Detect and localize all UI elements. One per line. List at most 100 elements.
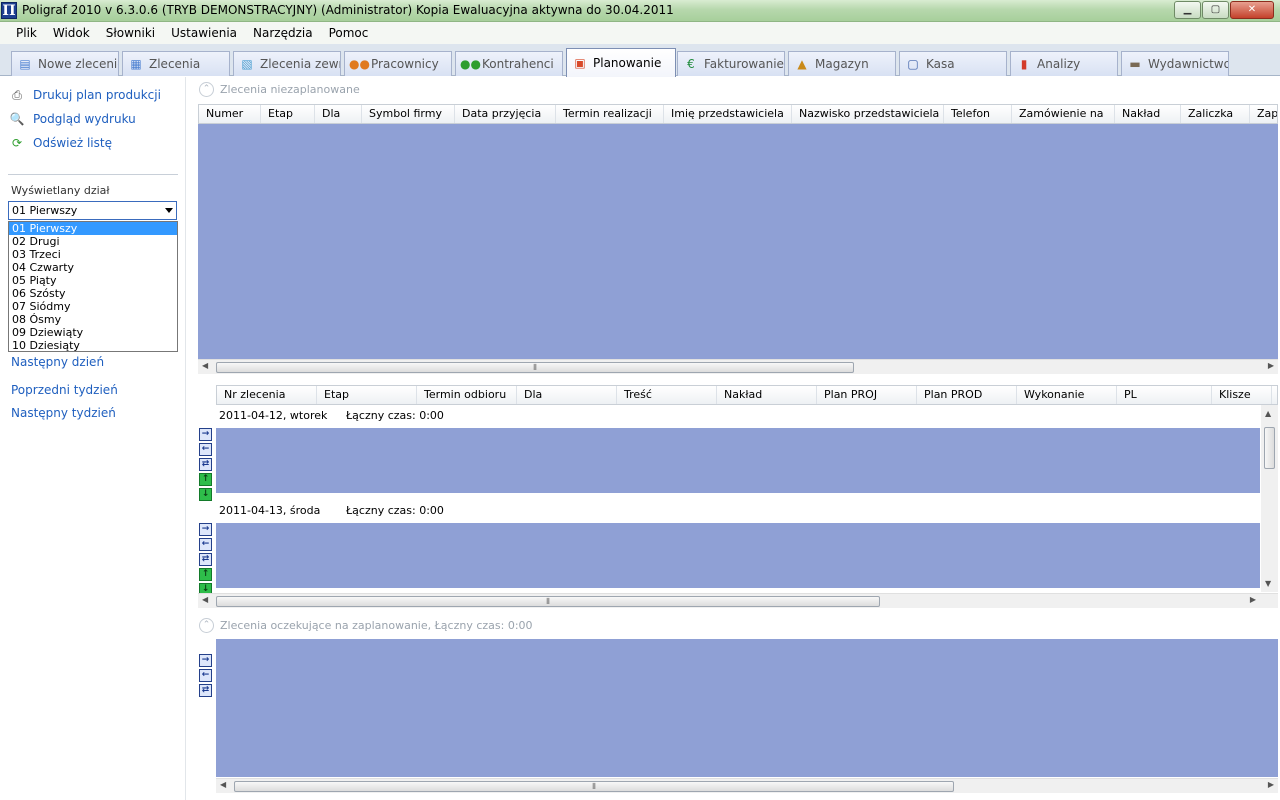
move-up-icon[interactable]: ↑ xyxy=(199,473,212,486)
move-left-icon[interactable]: ← xyxy=(199,443,212,456)
tab-magazyn[interactable]: ▲ Magazyn xyxy=(788,51,896,76)
swap-icon[interactable]: ⇄ xyxy=(199,553,212,566)
column-header[interactable]: Klisze xyxy=(1212,386,1272,404)
department-option[interactable]: 01 Pierwszy xyxy=(9,222,177,235)
scrollbar-thumb[interactable]: ⦀ xyxy=(216,362,854,373)
move-left-icon[interactable]: ← xyxy=(199,669,212,682)
tab-pracownicy[interactable]: ●● Pracownicy xyxy=(344,51,452,76)
column-header[interactable]: Termin odbioru xyxy=(417,386,517,404)
column-header[interactable]: Plan PROD xyxy=(917,386,1017,404)
minimize-icon[interactable]: ▁ xyxy=(1174,1,1201,19)
column-header[interactable]: Nakład xyxy=(717,386,817,404)
department-option[interactable]: 03 Trzeci xyxy=(9,248,177,261)
menu-ustawienia[interactable]: Ustawienia xyxy=(163,22,245,44)
column-header[interactable]: PL xyxy=(1117,386,1212,404)
scroll-left-icon[interactable]: ◀ xyxy=(202,595,208,604)
scroll-left-icon[interactable]: ◀ xyxy=(202,361,208,370)
next-day-link[interactable]: Następny dzień xyxy=(11,355,104,369)
tab-wydawnictwo[interactable]: ▬ Wydawnictwo xyxy=(1121,51,1229,76)
move-down-icon[interactable]: ↓ xyxy=(199,488,212,501)
collapse-icon[interactable]: ⌃ xyxy=(199,82,214,97)
column-header[interactable]: Nazwisko przedstawiciela xyxy=(792,105,944,123)
waiting-grid-body[interactable] xyxy=(216,639,1278,777)
refresh-list-link[interactable]: ⟳ Odśwież listę xyxy=(8,134,112,152)
day-2-grid-body[interactable] xyxy=(216,523,1260,588)
collapse-icon[interactable]: ⌃ xyxy=(199,618,214,633)
column-header[interactable]: Imię przedstawiciela xyxy=(664,105,792,123)
scrollbar-thumb[interactable]: ⦀ xyxy=(234,781,954,792)
tab-fakturowanie[interactable]: € Fakturowanie xyxy=(677,51,785,76)
chevron-down-icon[interactable] xyxy=(165,208,173,213)
scroll-right-icon[interactable]: ▶ xyxy=(1250,595,1256,604)
planned-horizontal-scrollbar[interactable]: ◀ ⦀ ▶ xyxy=(198,593,1278,608)
tab-planowanie[interactable]: ▣ Planowanie xyxy=(566,48,676,77)
column-header[interactable]: Plan PROJ xyxy=(817,386,917,404)
tab-kontrahenci[interactable]: ●● Kontrahenci xyxy=(455,51,563,76)
scrollbar-thumb[interactable] xyxy=(1264,427,1275,469)
move-down-icon[interactable]: ↓ xyxy=(199,583,212,593)
unplanned-grid-body[interactable] xyxy=(198,124,1278,359)
unplanned-panel-title[interactable]: ⌃ Zlecenia niezaplanowane xyxy=(199,82,360,97)
menu-widok[interactable]: Widok xyxy=(45,22,98,44)
swap-icon[interactable]: ⇄ xyxy=(199,458,212,471)
department-option[interactable]: 10 Dziesiąty xyxy=(9,339,177,352)
previous-week-link[interactable]: Poprzedni tydzień xyxy=(11,383,118,397)
waiting-horizontal-scrollbar[interactable]: ◀ ⦀ ▶ xyxy=(216,778,1278,793)
print-production-plan-link[interactable]: ⎙ Drukuj plan produkcji xyxy=(8,86,161,104)
menu-plik[interactable]: Plik xyxy=(8,22,45,44)
column-header[interactable]: Numer xyxy=(199,105,261,123)
next-week-link[interactable]: Następny tydzień xyxy=(11,406,116,420)
department-option[interactable]: 04 Czwarty xyxy=(9,261,177,274)
tab-kasa[interactable]: ▢ Kasa xyxy=(899,51,1007,76)
move-up-icon[interactable]: ↑ xyxy=(199,568,212,581)
menu-pomoc[interactable]: Pomoc xyxy=(321,22,377,44)
column-header[interactable]: Dla xyxy=(315,105,362,123)
maximize-icon[interactable]: ▢ xyxy=(1202,1,1229,19)
print-preview-link[interactable]: 🔍 Podgląd wydruku xyxy=(8,110,136,128)
scroll-left-icon[interactable]: ◀ xyxy=(220,780,226,789)
tab-zlecenia-zewn[interactable]: ▧ Zlecenia zewn. xyxy=(233,51,341,76)
department-option[interactable]: 06 Szósty xyxy=(9,287,177,300)
column-header[interactable]: Etap xyxy=(317,386,417,404)
swap-icon[interactable]: ⇄ xyxy=(199,684,212,697)
column-header[interactable]: Symbol firmy xyxy=(362,105,455,123)
department-option[interactable]: 05 Piąty xyxy=(9,274,177,287)
unplanned-horizontal-scrollbar[interactable]: ◀ ⦀ ▶ xyxy=(198,359,1278,374)
column-header[interactable]: Data przyjęcia xyxy=(455,105,556,123)
move-left-icon[interactable]: ← xyxy=(199,538,212,551)
department-option[interactable]: 07 Siódmy xyxy=(9,300,177,313)
close-icon[interactable]: ✕ xyxy=(1230,1,1274,19)
tab-nowe-zlecenie[interactable]: ▤ Nowe zlecenie xyxy=(11,51,119,76)
column-header[interactable]: Zap xyxy=(1250,105,1277,123)
day-row-1[interactable]: 2011-04-12, wtorek Łączny czas: 0:00 xyxy=(216,405,1260,425)
day-1-grid-body[interactable] xyxy=(216,428,1260,493)
planned-vertical-scrollbar[interactable]: ▲ ▼ xyxy=(1261,405,1278,592)
move-right-icon[interactable]: → xyxy=(199,654,212,667)
tab-zlecenia[interactable]: ▦ Zlecenia xyxy=(122,51,230,76)
move-right-icon[interactable]: → xyxy=(199,523,212,536)
column-header[interactable]: Telefon xyxy=(944,105,1012,123)
menu-slowniki[interactable]: Słowniki xyxy=(98,22,163,44)
scroll-right-icon[interactable]: ▶ xyxy=(1268,780,1274,789)
scroll-up-icon[interactable]: ▲ xyxy=(1265,409,1271,418)
department-option[interactable]: 08 Ósmy xyxy=(9,313,177,326)
column-header[interactable]: Termin realizacji xyxy=(556,105,664,123)
column-header[interactable]: Zamówienie na xyxy=(1012,105,1115,123)
scroll-down-icon[interactable]: ▼ xyxy=(1265,579,1271,588)
column-header[interactable]: Etap xyxy=(261,105,315,123)
column-header[interactable]: Wykonanie xyxy=(1017,386,1117,404)
department-option[interactable]: 09 Dziewiąty xyxy=(9,326,177,339)
scrollbar-thumb[interactable]: ⦀ xyxy=(216,596,880,607)
column-header[interactable]: Dla xyxy=(517,386,617,404)
day-row-2[interactable]: 2011-04-13, środa Łączny czas: 0:00 xyxy=(216,500,1260,520)
scroll-right-icon[interactable]: ▶ xyxy=(1268,361,1274,370)
column-header[interactable]: Treść xyxy=(617,386,717,404)
menu-narzedzia[interactable]: Narzędzia xyxy=(245,22,321,44)
department-select[interactable]: 01 Pierwszy xyxy=(8,201,177,220)
column-header[interactable]: Nakład xyxy=(1115,105,1181,123)
move-right-icon[interactable]: → xyxy=(199,428,212,441)
tab-analizy[interactable]: ▮ Analizy xyxy=(1010,51,1118,76)
waiting-panel-title[interactable]: ⌃ Zlecenia oczekujące na zaplanowanie, Ł… xyxy=(199,618,533,633)
column-header[interactable]: Nr zlecenia xyxy=(217,386,317,404)
department-option[interactable]: 02 Drugi xyxy=(9,235,177,248)
